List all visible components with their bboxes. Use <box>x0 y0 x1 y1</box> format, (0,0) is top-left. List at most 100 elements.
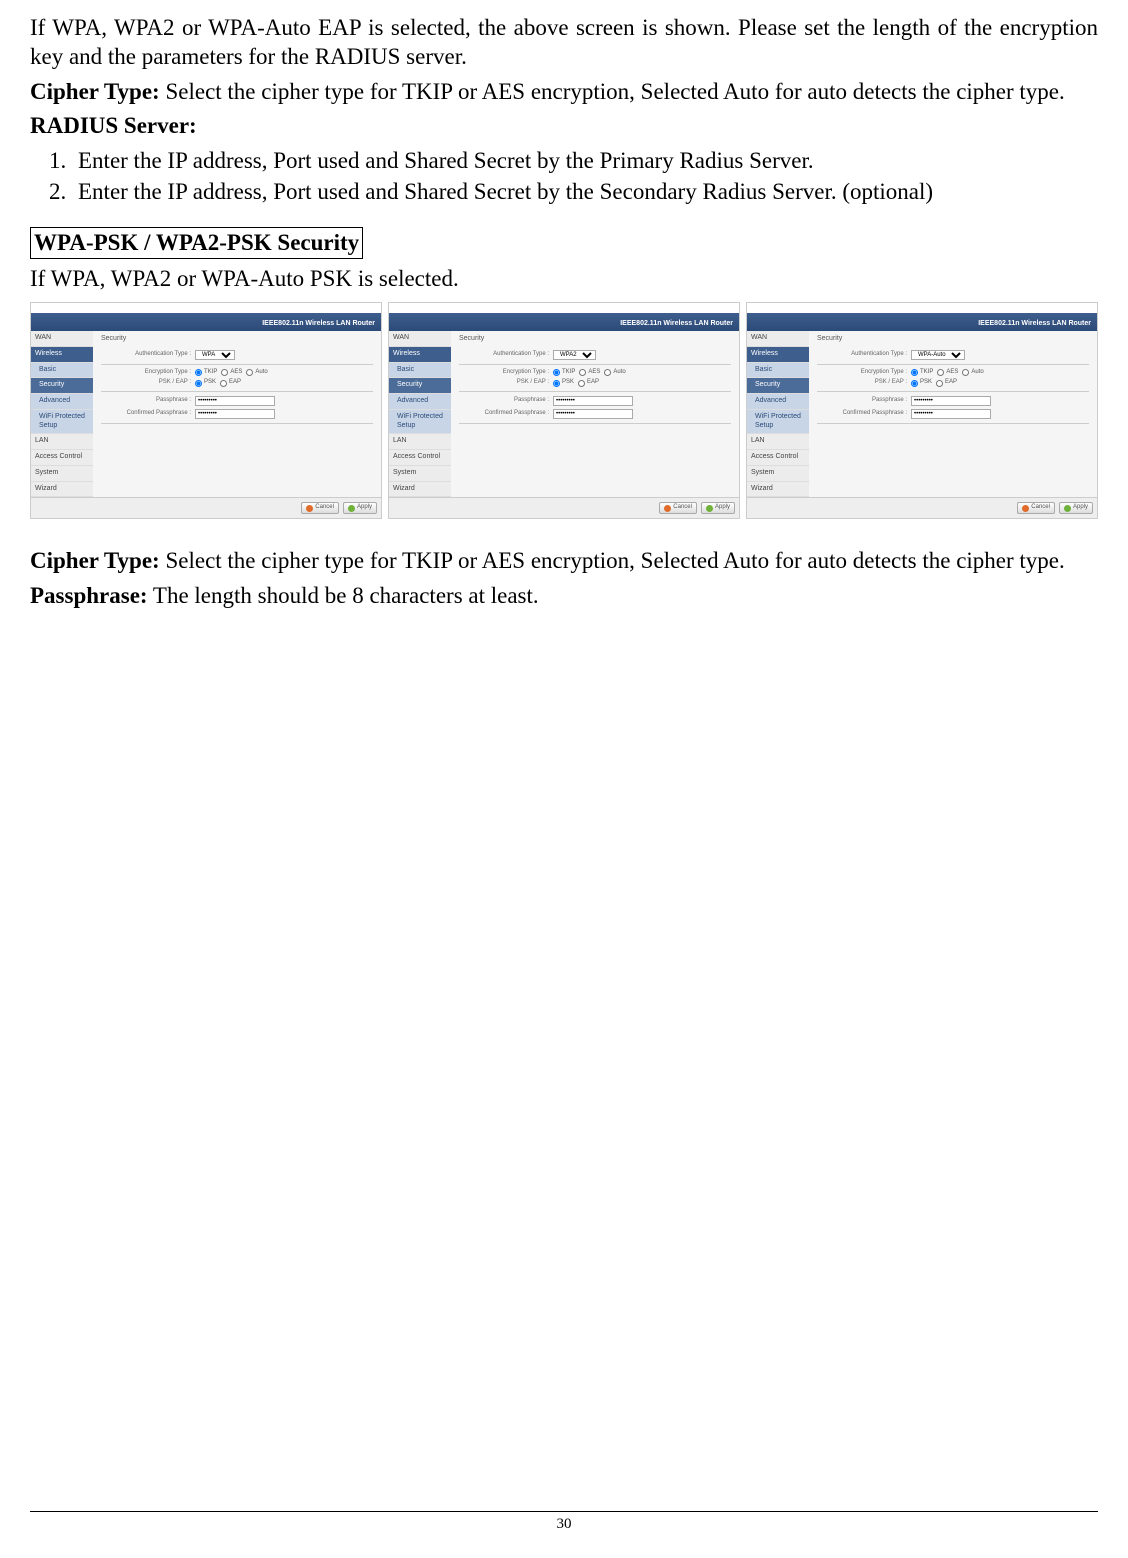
apply-button[interactable]: Apply <box>1059 502 1093 514</box>
nav-system[interactable]: System <box>747 466 809 482</box>
nav-security[interactable]: Security <box>747 378 809 394</box>
paragraph-psk-intro: If WPA, WPA2 or WPA-Auto PSK is selected… <box>30 265 1098 294</box>
screenshot-wpa: IEEE802.11n Wireless LAN Router WAN Wire… <box>30 302 382 519</box>
nav-access[interactable]: Access Control <box>747 450 809 466</box>
page-number: 30 <box>0 1515 1128 1534</box>
cancel-button[interactable]: Cancel <box>659 502 697 514</box>
auth-select[interactable]: WPA-Auto <box>911 350 965 360</box>
lbl-cpass: Confirmed Passphrase : <box>817 410 907 418</box>
nav-system[interactable]: System <box>389 466 451 482</box>
nav-basic[interactable]: Basic <box>389 363 451 379</box>
nav-lan[interactable]: LAN <box>31 434 93 450</box>
radio-tkip[interactable] <box>911 369 918 376</box>
nav-wan[interactable]: WAN <box>31 331 93 347</box>
confirm-passphrase-input[interactable] <box>553 409 633 419</box>
apply-button[interactable]: Apply <box>343 502 377 514</box>
screenshot-wpa2: IEEE802.11n Wireless LAN Router WAN Wire… <box>388 302 740 519</box>
lbl-pskeap: PSK / EAP : <box>101 379 191 387</box>
confirm-passphrase-input[interactable] <box>911 409 991 419</box>
nav-wps[interactable]: WiFi Protected Setup <box>31 410 93 435</box>
lbl-pass: Passphrase : <box>817 397 907 405</box>
radius-list: Enter the IP address, Port used and Shar… <box>30 147 1098 207</box>
lbl-pskeap: PSK / EAP : <box>459 379 549 387</box>
lbl-enc: Encryption Type : <box>817 369 907 377</box>
radio-auto[interactable] <box>962 369 969 376</box>
section-heading: WPA-PSK / WPA2-PSK Security <box>30 227 363 260</box>
nav-wps[interactable]: WiFi Protected Setup <box>389 410 451 435</box>
screenshot-wpa-auto: IEEE802.11n Wireless LAN Router WAN Wire… <box>746 302 1098 519</box>
footer-rule <box>30 1511 1098 1512</box>
cancel-button[interactable]: Cancel <box>301 502 339 514</box>
radio-eap[interactable] <box>578 380 585 387</box>
radio-eap[interactable] <box>936 380 943 387</box>
cancel-button[interactable]: Cancel <box>1017 502 1055 514</box>
nav-basic[interactable]: Basic <box>747 363 809 379</box>
panel-title: Security <box>817 335 1089 344</box>
nav-wireless[interactable]: Wireless <box>389 347 451 363</box>
nav-security[interactable]: Security <box>389 378 451 394</box>
nav-wps[interactable]: WiFi Protected Setup <box>747 410 809 435</box>
nav-wizard[interactable]: Wizard <box>747 482 809 498</box>
passphrase-input[interactable] <box>553 396 633 406</box>
paragraph-cipher-1: Cipher Type: Select the cipher type for … <box>30 78 1098 107</box>
nav-system[interactable]: System <box>31 466 93 482</box>
apply-icon <box>348 505 355 512</box>
lbl-auth: Authentication Type : <box>459 351 549 359</box>
radius-list-item: Enter the IP address, Port used and Shar… <box>72 178 1098 207</box>
radio-aes[interactable] <box>937 369 944 376</box>
lbl-pass: Passphrase : <box>101 397 191 405</box>
lbl-cpass: Confirmed Passphrase : <box>459 410 549 418</box>
router-nav: WAN Wireless Basic Security Advanced WiF… <box>747 331 809 497</box>
lbl-auth: Authentication Type : <box>817 351 907 359</box>
lbl-enc: Encryption Type : <box>459 369 549 377</box>
lbl-pass: Passphrase : <box>459 397 549 405</box>
nav-security[interactable]: Security <box>31 378 93 394</box>
paragraph-eap-intro: If WPA, WPA2 or WPA-Auto EAP is selected… <box>30 14 1098 72</box>
radius-list-item: Enter the IP address, Port used and Shar… <box>72 147 1098 176</box>
nav-advanced[interactable]: Advanced <box>31 394 93 410</box>
passphrase-text: The length should be 8 characters at lea… <box>148 583 539 608</box>
screenshot-row: IEEE802.11n Wireless LAN Router WAN Wire… <box>30 302 1098 519</box>
nav-wizard[interactable]: Wizard <box>389 482 451 498</box>
radio-psk[interactable] <box>911 380 918 387</box>
passphrase-label: Passphrase: <box>30 583 148 608</box>
apply-icon <box>1064 505 1071 512</box>
router-banner: IEEE802.11n Wireless LAN Router <box>747 313 1097 331</box>
nav-access[interactable]: Access Control <box>389 450 451 466</box>
paragraph-cipher-2: Cipher Type: Select the cipher type for … <box>30 547 1098 576</box>
passphrase-input[interactable] <box>195 396 275 406</box>
nav-access[interactable]: Access Control <box>31 450 93 466</box>
nav-wan[interactable]: WAN <box>747 331 809 347</box>
nav-wireless[interactable]: Wireless <box>31 347 93 363</box>
panel-title: Security <box>459 335 731 344</box>
radio-psk[interactable] <box>553 380 560 387</box>
apply-icon <box>706 505 713 512</box>
auth-select[interactable]: WPA <box>195 350 235 360</box>
cancel-icon <box>1022 505 1029 512</box>
radio-psk[interactable] <box>195 380 202 387</box>
nav-wireless[interactable]: Wireless <box>747 347 809 363</box>
auth-select[interactable]: WPA2 <box>553 350 596 360</box>
apply-button[interactable]: Apply <box>701 502 735 514</box>
cipher-text-2: Select the cipher type for TKIP or AES e… <box>160 548 1065 573</box>
nav-lan[interactable]: LAN <box>747 434 809 450</box>
cipher-text: Select the cipher type for TKIP or AES e… <box>160 79 1065 104</box>
lbl-auth: Authentication Type : <box>101 351 191 359</box>
nav-basic[interactable]: Basic <box>31 363 93 379</box>
radio-tkip[interactable] <box>553 369 560 376</box>
nav-wan[interactable]: WAN <box>389 331 451 347</box>
confirm-passphrase-input[interactable] <box>195 409 275 419</box>
radio-aes[interactable] <box>221 369 228 376</box>
nav-wizard[interactable]: Wizard <box>31 482 93 498</box>
radio-auto[interactable] <box>604 369 611 376</box>
passphrase-input[interactable] <box>911 396 991 406</box>
radio-aes[interactable] <box>579 369 586 376</box>
radio-tkip[interactable] <box>195 369 202 376</box>
radio-eap[interactable] <box>220 380 227 387</box>
lbl-pskeap: PSK / EAP : <box>817 379 907 387</box>
router-nav: WAN Wireless Basic Security Advanced WiF… <box>389 331 451 497</box>
nav-advanced[interactable]: Advanced <box>747 394 809 410</box>
nav-advanced[interactable]: Advanced <box>389 394 451 410</box>
radio-auto[interactable] <box>246 369 253 376</box>
nav-lan[interactable]: LAN <box>389 434 451 450</box>
